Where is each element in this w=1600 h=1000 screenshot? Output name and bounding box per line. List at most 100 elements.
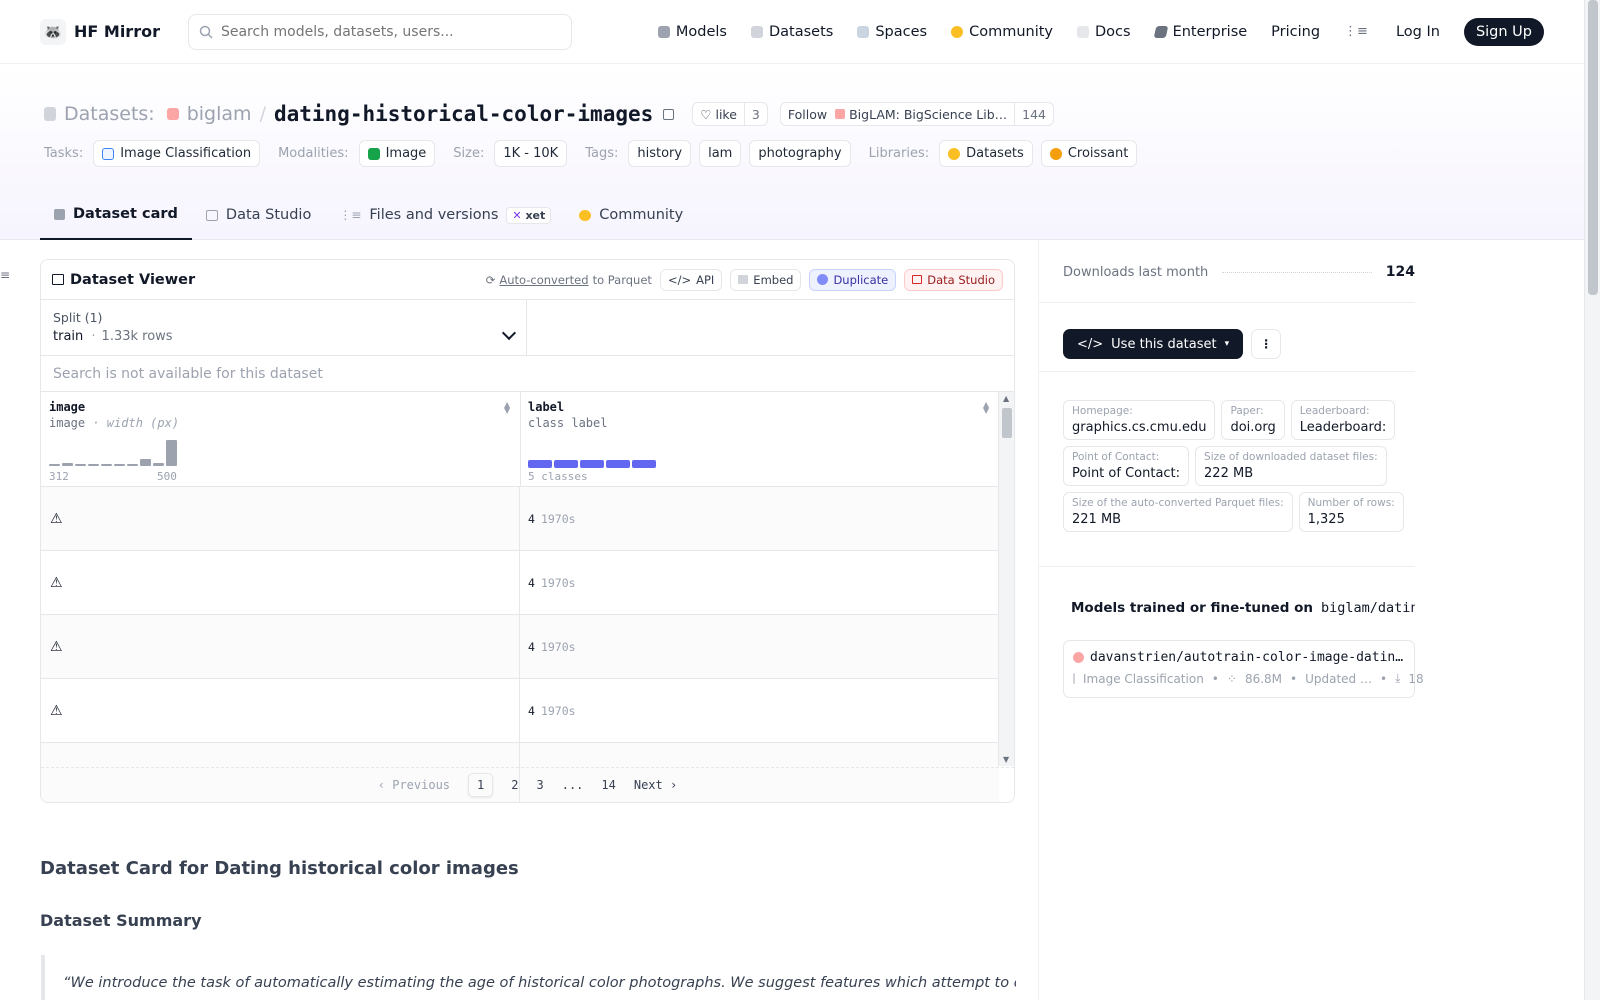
image-cell[interactable]: ⚠ bbox=[41, 487, 520, 550]
histogram-bar[interactable] bbox=[140, 459, 151, 466]
class-bar-segment[interactable] bbox=[632, 460, 656, 468]
next-label: Next bbox=[633, 778, 663, 792]
nav-enterprise[interactable]: Enterprise bbox=[1153, 24, 1247, 40]
histogram-bar[interactable] bbox=[166, 440, 177, 466]
api-button[interactable]: </> API bbox=[659, 268, 723, 291]
metadata-item[interactable]: Number of rows: 1,325 bbox=[1298, 492, 1404, 532]
metadata-item[interactable]: Leaderboard: Leaderboard: bbox=[1290, 400, 1396, 440]
metadata-item[interactable]: Size of downloaded dataset files: 222 MB bbox=[1195, 446, 1387, 486]
histogram-bar[interactable] bbox=[101, 464, 112, 466]
label-cell[interactable]: 4 1970s bbox=[520, 615, 999, 678]
repo-separator: / bbox=[259, 103, 266, 125]
metadata-item[interactable]: Size of the auto-converted Parquet files… bbox=[1063, 492, 1293, 532]
tag-library-croissant[interactable]: Croissant bbox=[1040, 140, 1138, 167]
nav-models[interactable]: Models bbox=[657, 24, 727, 40]
login-link[interactable]: Log In bbox=[1396, 24, 1440, 40]
table-row[interactable]: ⚠ 4 1970s bbox=[41, 487, 999, 551]
nav-spaces[interactable]: Spaces bbox=[857, 24, 927, 40]
histogram-bar[interactable] bbox=[153, 463, 164, 466]
histogram-bar[interactable] bbox=[127, 464, 138, 466]
sort-icon[interactable]: ▲ ▼ bbox=[983, 401, 991, 415]
table-row[interactable]: ⚠ 4 1970s bbox=[41, 551, 999, 615]
next-page-button[interactable]: Next › bbox=[634, 778, 677, 792]
scroll-down-icon[interactable]: ▼ bbox=[1003, 755, 1009, 764]
viewer-scrollbar[interactable]: ▲ ▼ bbox=[998, 392, 1014, 766]
class-distribution-bar bbox=[528, 460, 656, 468]
tag-library-datasets[interactable]: Datasets bbox=[939, 140, 1033, 167]
tag-history[interactable]: history bbox=[628, 140, 692, 167]
tag-size[interactable]: 1K - 10K bbox=[494, 140, 568, 167]
page-scrollbar[interactable] bbox=[1584, 0, 1600, 1000]
class-bar-segment[interactable] bbox=[606, 460, 630, 468]
page-14-button[interactable]: 14 bbox=[601, 778, 615, 792]
tag-modality[interactable]: Image bbox=[358, 140, 436, 167]
label-cell[interactable]: 4 1970s bbox=[520, 487, 999, 550]
class-bar-segment[interactable] bbox=[528, 460, 552, 468]
brand-logo[interactable]: 🦝 HF Mirror bbox=[40, 18, 160, 45]
page-scroll-thumb[interactable] bbox=[1588, 0, 1598, 295]
tag-lam[interactable]: lam bbox=[699, 140, 742, 167]
duplicate-button[interactable]: Duplicate bbox=[809, 268, 897, 291]
split-selector[interactable]: Split (1) train · 1.33k rows bbox=[41, 300, 527, 355]
scroll-thumb[interactable] bbox=[1002, 408, 1012, 438]
copy-icon[interactable] bbox=[663, 108, 675, 120]
page-2-button[interactable]: 2 bbox=[511, 778, 518, 792]
column-header-label[interactable]: label class label ▲ ▼ 5 classes bbox=[520, 392, 999, 487]
table-row[interactable]: ⚠ 4 1970s bbox=[41, 679, 999, 743]
signup-button[interactable]: Sign Up bbox=[1463, 17, 1544, 46]
downloads-label: Downloads last month bbox=[1063, 264, 1209, 280]
column-header-image[interactable]: image image · width (px) ▲ ▼ 312 500 bbox=[41, 392, 521, 487]
tab-dataset-card[interactable]: Dataset card bbox=[40, 190, 192, 240]
nav-docs[interactable]: Docs bbox=[1077, 24, 1131, 40]
image-cell[interactable]: ⚠ bbox=[41, 551, 520, 614]
metadata-item[interactable]: Point of Contact: Point of Contact: bbox=[1063, 446, 1190, 486]
tab-community[interactable]: Community bbox=[565, 190, 697, 240]
repo-owner-link[interactable]: biglam bbox=[187, 103, 252, 125]
repo-name[interactable]: dating-historical-color-images bbox=[274, 102, 653, 126]
more-menu-icon[interactable]: ⋮≡ bbox=[1344, 24, 1368, 39]
histogram-max: 500 bbox=[157, 470, 177, 483]
follow-button[interactable]: Follow BigLAM: BigScience Lib… 144 bbox=[779, 102, 1054, 126]
label-name: 1970s bbox=[540, 703, 576, 718]
nav-community[interactable]: Community bbox=[951, 24, 1053, 40]
label-cell[interactable]: 4 1970s bbox=[520, 551, 999, 614]
histogram-bar[interactable] bbox=[114, 464, 125, 466]
duplicate-label: Duplicate bbox=[833, 272, 889, 287]
histogram-bar[interactable] bbox=[62, 463, 73, 466]
image-cell[interactable]: ⚠ bbox=[41, 679, 520, 742]
nav-datasets[interactable]: Datasets bbox=[750, 24, 833, 40]
label-cell[interactable]: 4 1970s bbox=[520, 679, 999, 742]
class-bar-segment[interactable] bbox=[580, 460, 604, 468]
class-bar-segment[interactable] bbox=[554, 460, 578, 468]
tab-files[interactable]: ⋮≡ Files and versions ✕ xet bbox=[325, 190, 565, 240]
scroll-up-icon[interactable]: ▲ bbox=[1003, 394, 1009, 403]
embed-button[interactable]: Embed bbox=[730, 268, 802, 291]
previous-page-button[interactable]: ‹ Previous bbox=[378, 778, 450, 792]
model-card[interactable]: davanstrien/autotrain-color-image-datin…… bbox=[1063, 640, 1424, 698]
global-search[interactable] bbox=[187, 13, 572, 50]
metadata-item[interactable]: Paper: doi.org bbox=[1221, 400, 1285, 440]
more-options-button[interactable]: ⋮ bbox=[1251, 329, 1282, 359]
page-1-button[interactable]: 1 bbox=[468, 773, 494, 797]
tag-task[interactable]: Image Classification bbox=[93, 140, 261, 167]
embed-label: Embed bbox=[753, 272, 794, 287]
metadata-item[interactable]: Homepage: graphics.cs.cmu.edu bbox=[1063, 400, 1216, 440]
histogram-bar[interactable] bbox=[88, 464, 99, 466]
table-row[interactable]: ⚠ 4 1970s bbox=[41, 615, 999, 679]
data-studio-button[interactable]: Data Studio bbox=[904, 268, 1003, 291]
histogram-bar[interactable] bbox=[75, 464, 86, 466]
page-3-button[interactable]: 3 bbox=[536, 778, 543, 792]
sidebar-toggle-icon[interactable]: ≡ bbox=[0, 268, 10, 282]
nav-pricing[interactable]: Pricing bbox=[1271, 24, 1320, 40]
repo-type-label[interactable]: Datasets: bbox=[64, 103, 155, 125]
sort-icon[interactable]: ▲ ▼ bbox=[504, 401, 512, 415]
dataset-viewer: Dataset Viewer ⟳ Auto-converted to Parquet… bbox=[40, 259, 1015, 803]
histogram-bar[interactable] bbox=[49, 464, 60, 466]
search-input[interactable] bbox=[220, 23, 541, 40]
tag-photography[interactable]: photography bbox=[749, 140, 851, 167]
image-cell[interactable]: ⚠ bbox=[41, 615, 520, 678]
tab-data-studio[interactable]: Data Studio bbox=[192, 190, 325, 240]
like-button[interactable]: ♡ like 3 bbox=[692, 102, 768, 126]
use-this-dataset-button[interactable]: </> Use this dataset ▾ bbox=[1063, 329, 1244, 359]
auto-converted-link[interactable]: Auto-converted bbox=[499, 273, 588, 287]
